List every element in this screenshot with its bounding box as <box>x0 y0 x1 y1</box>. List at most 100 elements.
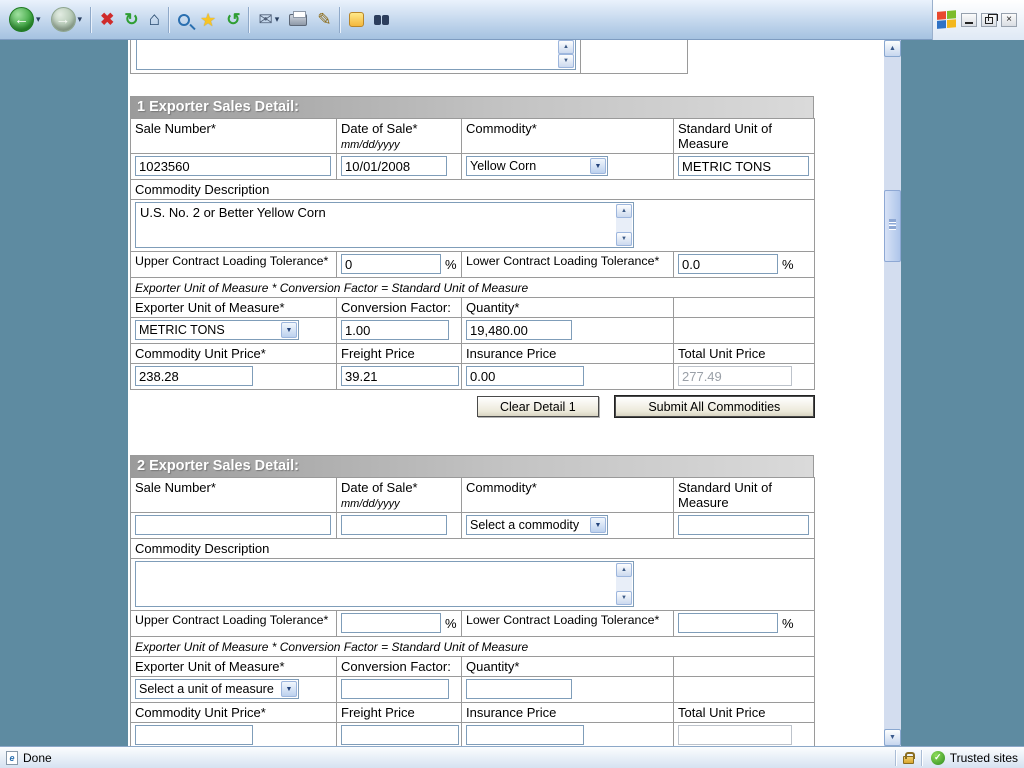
favorites-button[interactable]: ★ <box>195 4 221 36</box>
commodity-description-label: Commodity Description <box>131 180 815 200</box>
exporter-sales-section-2: 2 Exporter Sales Detail: Sale Number* Da… <box>130 455 814 746</box>
commodity-description-textarea[interactable]: ▲ ▼ <box>135 561 634 607</box>
print-button[interactable] <box>284 4 312 36</box>
upper-tolerance-label: Upper Contract Loading Tolerance* <box>131 252 337 278</box>
date-of-sale-input[interactable] <box>341 515 447 535</box>
quantity-input[interactable] <box>466 320 572 340</box>
stop-button[interactable]: ✖ <box>95 4 119 36</box>
browser-window: ← ▾ → ▾ ✖ ↻ ⌂ ★ ↺ ✉ ▾ ✎ × <box>0 0 1024 768</box>
minimize-button[interactable] <box>961 13 977 27</box>
statusbar-separator <box>895 750 896 766</box>
exporter-sales-section-1: 1 Exporter Sales Detail: Sale Number* Da… <box>130 96 814 417</box>
conversion-note: Exporter Unit of Measure * Conversion Fa… <box>131 637 815 657</box>
messenger-button[interactable] <box>344 4 369 36</box>
section-1-table: Sale Number* Date of Sale*mm/dd/yyyy Com… <box>130 118 815 390</box>
forward-button[interactable]: → ▾ <box>46 4 88 36</box>
back-button[interactable]: ← ▾ <box>4 4 46 36</box>
commodity-description-label: Commodity Description <box>131 539 815 559</box>
total-unit-price-input <box>678 725 792 745</box>
back-dropdown-icon[interactable]: ▾ <box>36 14 41 25</box>
mail-button[interactable]: ✉ ▾ <box>253 4 284 36</box>
exporter-unit-select[interactable]: METRIC TONS ▼ <box>135 320 299 340</box>
sale-number-input[interactable] <box>135 515 331 535</box>
quantity-input[interactable] <box>466 679 572 699</box>
cutoff-textarea[interactable]: ▲ ▼ <box>136 40 576 70</box>
upper-tolerance-input[interactable] <box>341 254 441 274</box>
chevron-down-icon: ▼ <box>281 322 297 338</box>
insurance-price-input[interactable] <box>466 725 584 745</box>
history-button[interactable]: ↺ <box>221 4 245 36</box>
scroll-down-icon[interactable]: ▼ <box>558 54 574 68</box>
conversion-factor-label: Conversion Factor: <box>337 657 462 677</box>
status-text: Done <box>23 751 52 765</box>
scroll-down-icon[interactable]: ▼ <box>616 232 632 246</box>
page-content: ▲ ▼ 1 Exporter Sales Detail: Sale Number… <box>128 40 884 746</box>
standard-unit-input[interactable] <box>678 156 809 176</box>
close-button[interactable]: × <box>1001 13 1017 27</box>
sale-number-input[interactable] <box>135 156 331 176</box>
commodity-unit-price-input[interactable] <box>135 366 253 386</box>
exporter-unit-label: Exporter Unit of Measure* <box>131 298 337 318</box>
date-of-sale-input[interactable] <box>341 156 447 176</box>
page-viewport: ▲ ▼ 1 Exporter Sales Detail: Sale Number… <box>0 40 1024 746</box>
security-zone-label: Trusted sites <box>950 751 1018 765</box>
insurance-price-input[interactable] <box>466 366 584 386</box>
toolbar-separator <box>168 7 170 33</box>
date-of-sale-label: Date of Sale*mm/dd/yyyy <box>337 478 462 513</box>
standard-unit-label: Standard Unit of Measure <box>674 478 815 513</box>
conversion-factor-input[interactable] <box>341 320 449 340</box>
scroll-up-icon[interactable]: ▲ <box>558 40 574 54</box>
home-icon: ⌂ <box>149 10 160 29</box>
home-button[interactable]: ⌂ <box>144 4 165 36</box>
print-icon <box>289 14 307 26</box>
lower-tolerance-input[interactable] <box>678 254 778 274</box>
commodity-select[interactable]: Yellow Corn ▼ <box>466 156 608 176</box>
upper-tolerance-input[interactable] <box>341 613 441 633</box>
commodity-description-textarea[interactable]: U.S. No. 2 or Better Yellow Corn ▲ ▼ <box>135 202 634 248</box>
chevron-down-icon: ▼ <box>590 517 606 533</box>
vertical-scrollbar[interactable]: ▲ ▼ <box>884 40 901 746</box>
standard-unit-input[interactable] <box>678 515 809 535</box>
statusbar-separator <box>921 750 922 766</box>
lower-tolerance-label: Lower Contract Loading Tolerance* <box>462 611 674 637</box>
textarea-scrollbar[interactable]: ▲ ▼ <box>616 204 632 246</box>
search-icon <box>178 14 190 26</box>
refresh-button[interactable]: ↻ <box>119 4 143 36</box>
restore-button[interactable] <box>981 13 997 27</box>
freight-price-label: Freight Price <box>337 703 462 723</box>
restore-icon <box>985 17 993 24</box>
scroll-up-icon[interactable]: ▲ <box>616 204 632 218</box>
textarea-scrollbar[interactable]: ▲ ▼ <box>558 40 574 68</box>
chevron-down-icon: ▼ <box>281 681 297 697</box>
forward-dropdown-icon[interactable]: ▾ <box>78 14 83 25</box>
scroll-down-icon[interactable]: ▼ <box>616 591 632 605</box>
exporter-unit-select[interactable]: Select a unit of measure ▼ <box>135 679 299 699</box>
mail-icon: ✉ <box>258 11 272 28</box>
lower-tolerance-input[interactable] <box>678 613 778 633</box>
freight-price-input[interactable] <box>341 725 459 745</box>
sale-number-label: Sale Number* <box>131 119 337 154</box>
clear-detail-button[interactable]: Clear Detail 1 <box>477 396 599 417</box>
commodity-select[interactable]: Select a commodity ▼ <box>466 515 608 535</box>
research-button[interactable] <box>369 4 394 36</box>
total-unit-price-input <box>678 366 792 386</box>
stop-icon: ✖ <box>100 11 114 28</box>
conversion-factor-label: Conversion Factor: <box>337 298 462 318</box>
edit-button[interactable]: ✎ <box>312 4 336 36</box>
scrollbar-down-button[interactable]: ▼ <box>884 729 901 746</box>
insurance-price-label: Insurance Price <box>462 703 674 723</box>
exporter-unit-label: Exporter Unit of Measure* <box>131 657 337 677</box>
document-icon: e <box>6 751 18 765</box>
search-button[interactable] <box>173 4 195 36</box>
submit-all-commodities-button[interactable]: Submit All Commodities <box>615 396 814 417</box>
scrollbar-up-button[interactable]: ▲ <box>884 40 901 57</box>
freight-price-input[interactable] <box>341 366 459 386</box>
conversion-factor-input[interactable] <box>341 679 449 699</box>
mail-dropdown-icon[interactable]: ▾ <box>275 14 280 25</box>
scrollbar-thumb[interactable] <box>884 190 901 262</box>
window-controls: × <box>932 0 1024 40</box>
scroll-up-icon[interactable]: ▲ <box>616 563 632 577</box>
textarea-scrollbar[interactable]: ▲ ▼ <box>616 563 632 605</box>
commodity-unit-price-input[interactable] <box>135 725 253 745</box>
commodity-unit-price-label: Commodity Unit Price* <box>131 344 337 364</box>
